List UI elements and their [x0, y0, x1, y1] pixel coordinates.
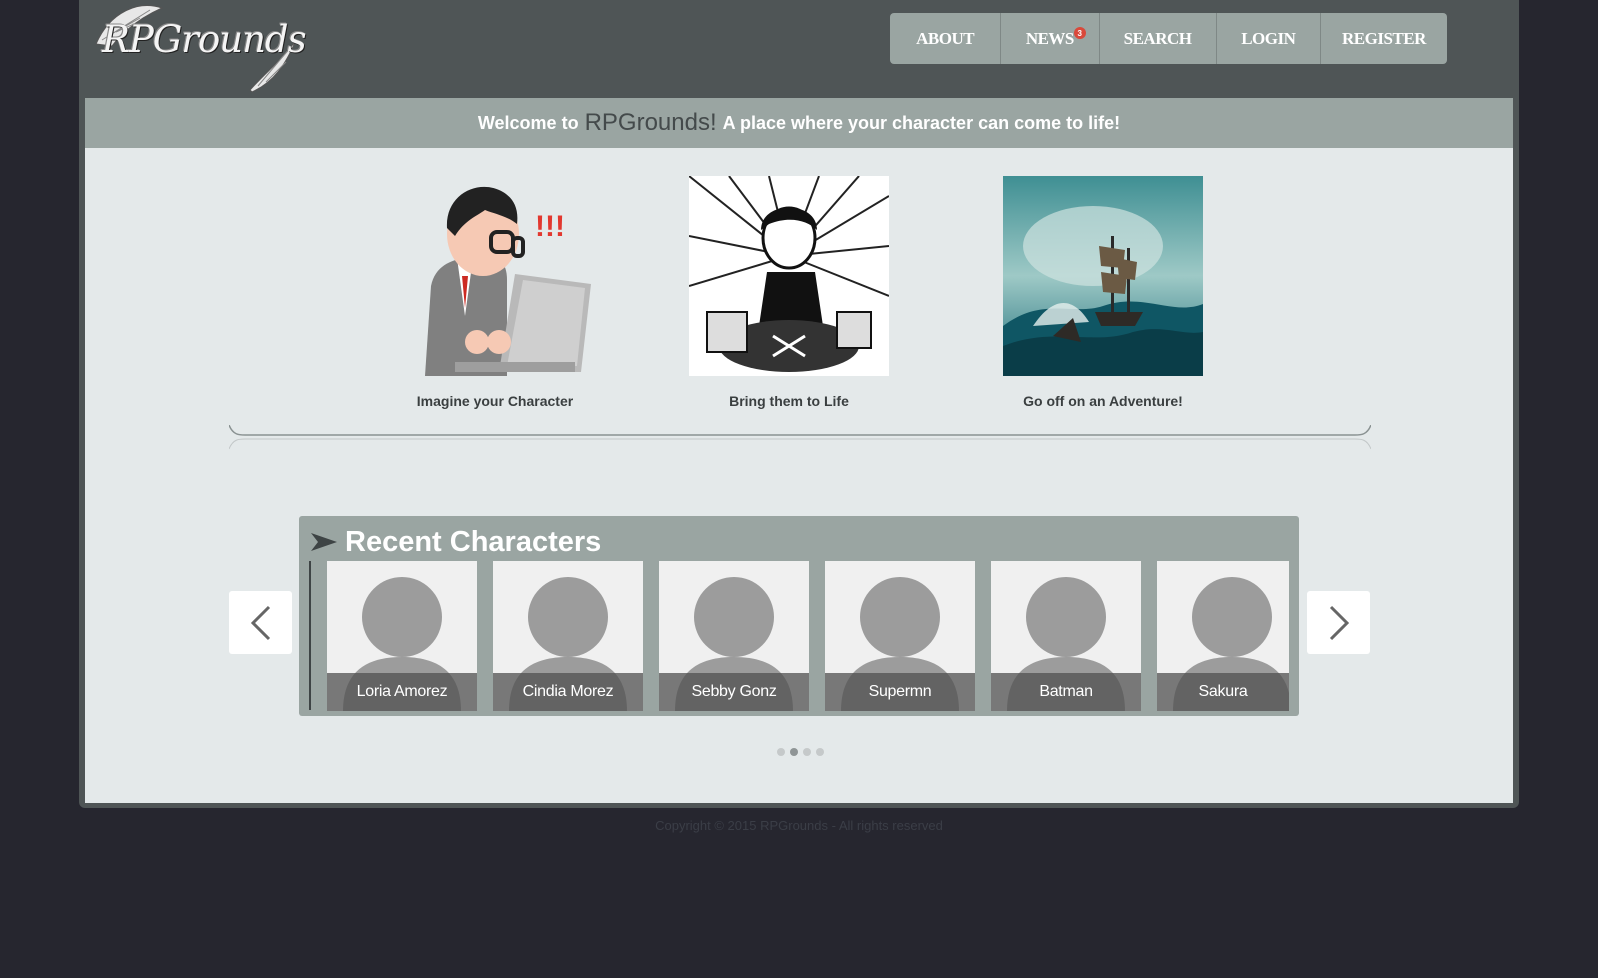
- main-content: Welcome to RPGrounds! A place where your…: [85, 98, 1513, 803]
- carousel-prev-button[interactable]: [229, 591, 292, 654]
- nav-register[interactable]: REGISTER: [1321, 13, 1447, 64]
- character-at-laptop-illustration: !!!: [395, 176, 595, 376]
- manga-artist-illustration: [688, 175, 890, 376]
- welcome-prefix: Welcome to: [477, 112, 579, 133]
- character-name: Cindia Morez: [493, 673, 643, 711]
- recent-characters-title: Recent Characters: [345, 526, 602, 558]
- main-nav: ABOUT NEWS 3 SEARCH LOGIN REGISTER: [890, 13, 1447, 64]
- character-card[interactable]: Sebby Gonz: [659, 561, 809, 711]
- nav-about-label: ABOUT: [916, 28, 975, 48]
- welcome-suffix: A place where your character can come to…: [722, 112, 1121, 133]
- section-divider: [229, 425, 1371, 450]
- logo-wordmark: RPGrounds: [102, 18, 307, 61]
- carousel-pagination: [777, 748, 824, 756]
- svg-text:!!!: !!!: [535, 210, 565, 243]
- character-card[interactable]: Batman: [991, 561, 1141, 711]
- feature-imagine-caption: Imagine your Character: [416, 393, 574, 409]
- welcome-banner: Welcome to RPGrounds! A place where your…: [85, 98, 1513, 148]
- character-name: Batman: [991, 673, 1141, 711]
- feature-bring: Bring them to Life: [688, 175, 890, 409]
- nav-about[interactable]: ABOUT: [890, 13, 1002, 64]
- nav-search-label: SEARCH: [1123, 28, 1192, 48]
- character-card[interactable]: Sakura: [1157, 561, 1289, 711]
- feature-adventure-caption: Go off on an Adventure!: [1023, 393, 1183, 409]
- site-logo[interactable]: RPGrounds: [90, 2, 307, 93]
- news-count-badge: 3: [1073, 27, 1086, 39]
- nav-register-label: REGISTER: [1342, 28, 1426, 48]
- page-dot-1[interactable]: [777, 748, 785, 756]
- character-name: Loria Amorez: [327, 673, 477, 711]
- ship-in-storm-illustration: [1003, 176, 1203, 376]
- recent-characters-panel: Recent Characters Loria Amorez Cindia Mo…: [299, 516, 1299, 716]
- character-name: Sebby Gonz: [659, 673, 809, 711]
- feature-adventure: Go off on an Adventure!: [1003, 176, 1203, 409]
- chevron-right-icon: [1329, 605, 1349, 640]
- page-dot-2[interactable]: [790, 748, 798, 756]
- character-name: Sakura: [1157, 673, 1289, 711]
- carousel-edge: [309, 561, 311, 710]
- character-card[interactable]: Supermn: [825, 561, 975, 711]
- nav-news[interactable]: NEWS 3: [1001, 13, 1100, 64]
- feature-bring-caption: Bring them to Life: [729, 393, 849, 409]
- chevron-left-icon: [250, 605, 270, 640]
- arrow-right-icon: [311, 533, 337, 551]
- carousel-next-button[interactable]: [1307, 591, 1370, 654]
- page-dot-4[interactable]: [816, 748, 824, 756]
- character-card[interactable]: Loria Amorez: [327, 561, 477, 711]
- nav-login[interactable]: LOGIN: [1217, 13, 1321, 64]
- nav-search[interactable]: SEARCH: [1100, 13, 1217, 64]
- welcome-brand: RPGrounds!: [584, 109, 717, 136]
- character-card[interactable]: Cindia Morez: [493, 561, 643, 711]
- nav-news-label: NEWS: [1025, 28, 1075, 48]
- page-dot-3[interactable]: [803, 748, 811, 756]
- feature-imagine: !!! Imagine your Character: [395, 176, 595, 409]
- footer-copyright: Copyright © 2015 RPGrounds - All rights …: [655, 818, 943, 833]
- nav-login-label: LOGIN: [1241, 28, 1296, 48]
- character-name: Supermn: [825, 673, 975, 711]
